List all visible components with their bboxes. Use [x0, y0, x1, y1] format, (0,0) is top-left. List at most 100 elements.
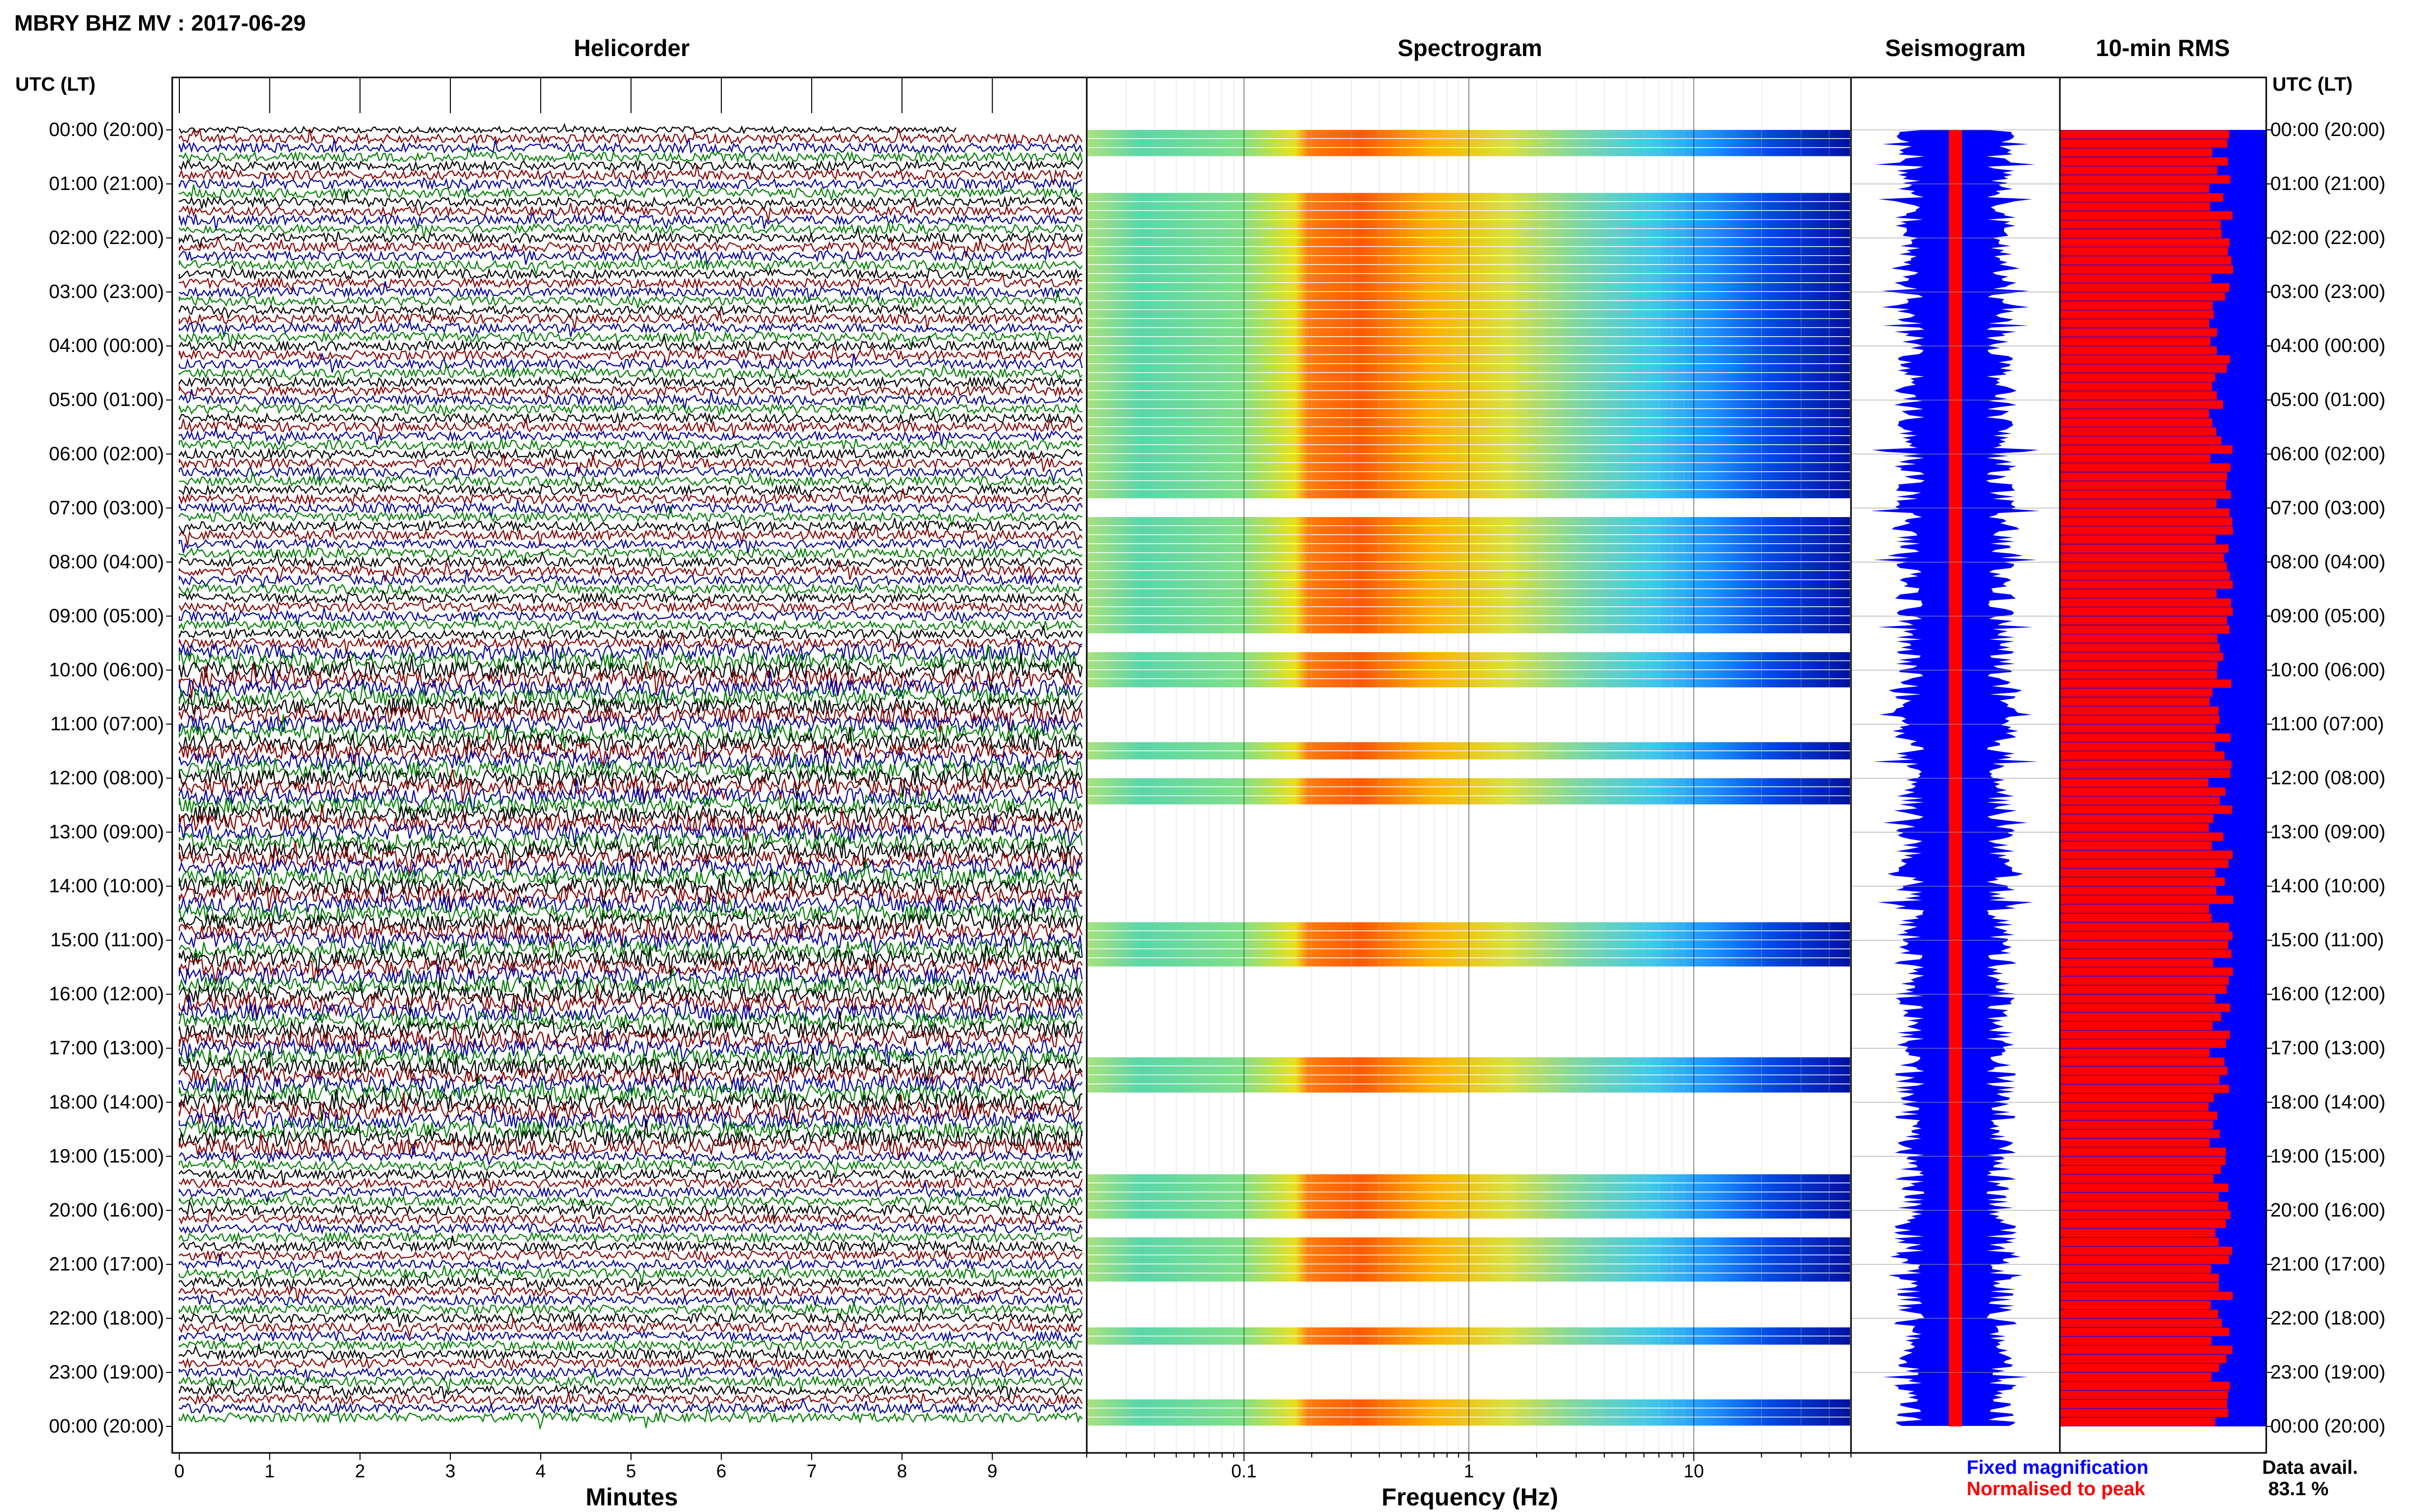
rms-normalised-bar — [2060, 148, 2213, 157]
spectrogram-panel: 0.1 1 10 — [1086, 77, 1852, 1481]
rms-normalised-bar — [2060, 1147, 2226, 1156]
rms-normalised-bar — [2060, 1174, 2214, 1183]
hour-label-right: 10:00 (06:00) — [2270, 659, 2385, 681]
hour-label-left: 16:00 (12:00) — [49, 984, 164, 1005]
rms-normalised-bar — [2060, 1390, 2228, 1399]
rms-normalised-bar — [2060, 922, 2229, 931]
spectrogram-xlabel: Frequency (Hz) — [1382, 1484, 1559, 1509]
rms-normalised-bar — [2060, 859, 2229, 868]
rms-normalised-bar — [2060, 607, 2233, 616]
rms-normalised-bar — [2060, 346, 2217, 355]
rms-normalised-bar — [2060, 301, 2213, 310]
rms-normalised-bar — [2060, 364, 2227, 373]
hour-label-right: 15:00 (11:00) — [2270, 930, 2384, 951]
rms-normalised-bar — [2060, 1129, 2220, 1138]
rms-normalised-bar — [2060, 1237, 2219, 1246]
hour-label-right: 00:00 (20:00) — [2270, 119, 2385, 141]
hour-label-right: 05:00 (01:00) — [2270, 389, 2385, 411]
helicorder-x-tick-label: 2 — [355, 1461, 365, 1481]
rms-normalised-bar — [2060, 634, 2218, 643]
rms-normalised-bar — [2060, 877, 2225, 886]
helicorder-trace — [178, 644, 1083, 679]
rms-normalised-bar — [2060, 778, 2209, 787]
rms-normalised-bar — [2060, 1193, 2219, 1201]
rms-normalised-bar — [2060, 670, 2217, 679]
spectrogram-x-tick-label: 10 — [1683, 1461, 1704, 1481]
rms-normalised-bar — [2060, 751, 2225, 760]
rms-normalised-bar — [2060, 733, 2231, 742]
rms-normalised-bar — [2060, 535, 2216, 544]
helicorder-x-tick-label: 1 — [264, 1461, 275, 1481]
rms-normalised-bar — [2060, 1336, 2212, 1345]
rms-normalised-bar — [2060, 220, 2221, 229]
helicorder-trace — [178, 373, 1083, 391]
rms-normalised-bar — [2060, 1372, 2212, 1382]
rms-normalised-bar — [2060, 1003, 2231, 1012]
hour-label-right: 08:00 (04:00) — [2270, 551, 2385, 573]
hour-label-left: 15:00 (11:00) — [50, 930, 164, 951]
utc-label-right: UTC (LT) — [2272, 74, 2353, 95]
rms-normalised-bar — [2060, 499, 2217, 508]
helicorder-trace — [178, 506, 1083, 527]
hour-label-right: 07:00 (03:00) — [2270, 497, 2385, 519]
rms-normalised-bar — [2060, 445, 2233, 454]
rms-normalised-bar — [2060, 805, 2232, 814]
hour-label-right: 13:00 (09:00) — [2270, 822, 2385, 843]
rms-normalised-bar — [2060, 1112, 2217, 1120]
rms-panel — [2060, 130, 2266, 1426]
rms-normalised-bar — [2060, 850, 2233, 859]
rms-normalised-bar — [2060, 1318, 2222, 1327]
rms-normalised-bar — [2060, 1274, 2219, 1282]
availability-value: 83.1 % — [2268, 1478, 2328, 1500]
rms-normalised-bar — [2060, 1228, 2216, 1237]
hour-label-left: 10:00 (06:00) — [49, 659, 164, 681]
rms-normalised-bar — [2060, 1301, 2211, 1309]
utc-label-left: UTC (LT) — [15, 74, 96, 95]
rms-normalised-bar — [2060, 949, 2232, 958]
rms-normalised-bar — [2060, 166, 2218, 175]
helicorder-trace — [178, 481, 1083, 499]
hour-label-right: 22:00 (18:00) — [2270, 1308, 2385, 1329]
rms-normalised-bar — [2060, 895, 2234, 904]
rms-normalised-bar — [2060, 1120, 2213, 1129]
helicorder-trace — [178, 451, 1083, 476]
rms-normalised-bar — [2060, 1139, 2210, 1147]
rms-normalised-bar — [2060, 985, 2227, 994]
hour-label-right: 17:00 (13:00) — [2270, 1038, 2385, 1059]
rms-normalised-bar — [2060, 1220, 2226, 1228]
rms-normalised-bar — [2060, 1255, 2229, 1264]
hour-label-left: 00:00 (20:00) — [49, 1416, 164, 1437]
rms-normalised-bar — [2060, 616, 2228, 625]
hour-label-left: 09:00 (05:00) — [49, 605, 164, 627]
rms-normalised-bar — [2060, 544, 2229, 553]
rms-normalised-bar — [2060, 679, 2232, 688]
rms-normalised-bar — [2060, 706, 2219, 715]
rms-normalised-bar — [2060, 832, 2223, 841]
hour-label-right: 04:00 (00:00) — [2270, 335, 2385, 357]
rms-normalised-bar — [2060, 427, 2216, 436]
seismogram-title: Seismogram — [1885, 35, 2026, 61]
rms-normalised-bar — [2060, 310, 2214, 319]
helicorder-x-tick-label: 5 — [626, 1461, 636, 1481]
rms-normalised-bar — [2060, 400, 2223, 409]
rms-normalised-bar — [2060, 958, 2213, 967]
rms-normalised-bar — [2060, 661, 2218, 670]
rms-normalised-bar — [2060, 130, 2230, 139]
helicorder-trace — [178, 380, 1083, 399]
helicorder-trace — [178, 123, 956, 134]
rms-normalised-bar — [2060, 355, 2230, 364]
rms-normalised-bar — [2060, 211, 2233, 220]
rms-normalised-bar — [2060, 589, 2217, 598]
hour-label-left: 14:00 (10:00) — [49, 876, 164, 897]
hour-label-right: 03:00 (23:00) — [2270, 281, 2385, 303]
hour-label-right: 19:00 (15:00) — [2270, 1146, 2385, 1167]
rms-normalised-bar — [2060, 463, 2231, 472]
rms-normalised-bar — [2060, 1417, 2216, 1426]
helicorder-x-tick-label: 0 — [174, 1461, 184, 1481]
rms-normalised-bar — [2060, 1399, 2228, 1409]
rms-normalised-bar — [2060, 526, 2233, 535]
helicorder-trace — [178, 1226, 1083, 1246]
hour-label-right: 21:00 (17:00) — [2270, 1254, 2385, 1275]
helicorder-x-tick-label: 9 — [987, 1461, 998, 1481]
rms-normalised-bar — [2060, 580, 2233, 589]
